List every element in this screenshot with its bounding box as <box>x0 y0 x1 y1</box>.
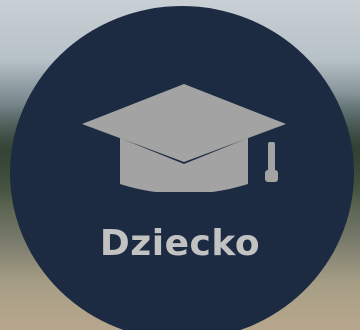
graduation-cap-icon <box>82 84 286 192</box>
tile-label: Dziecko <box>99 223 261 264</box>
